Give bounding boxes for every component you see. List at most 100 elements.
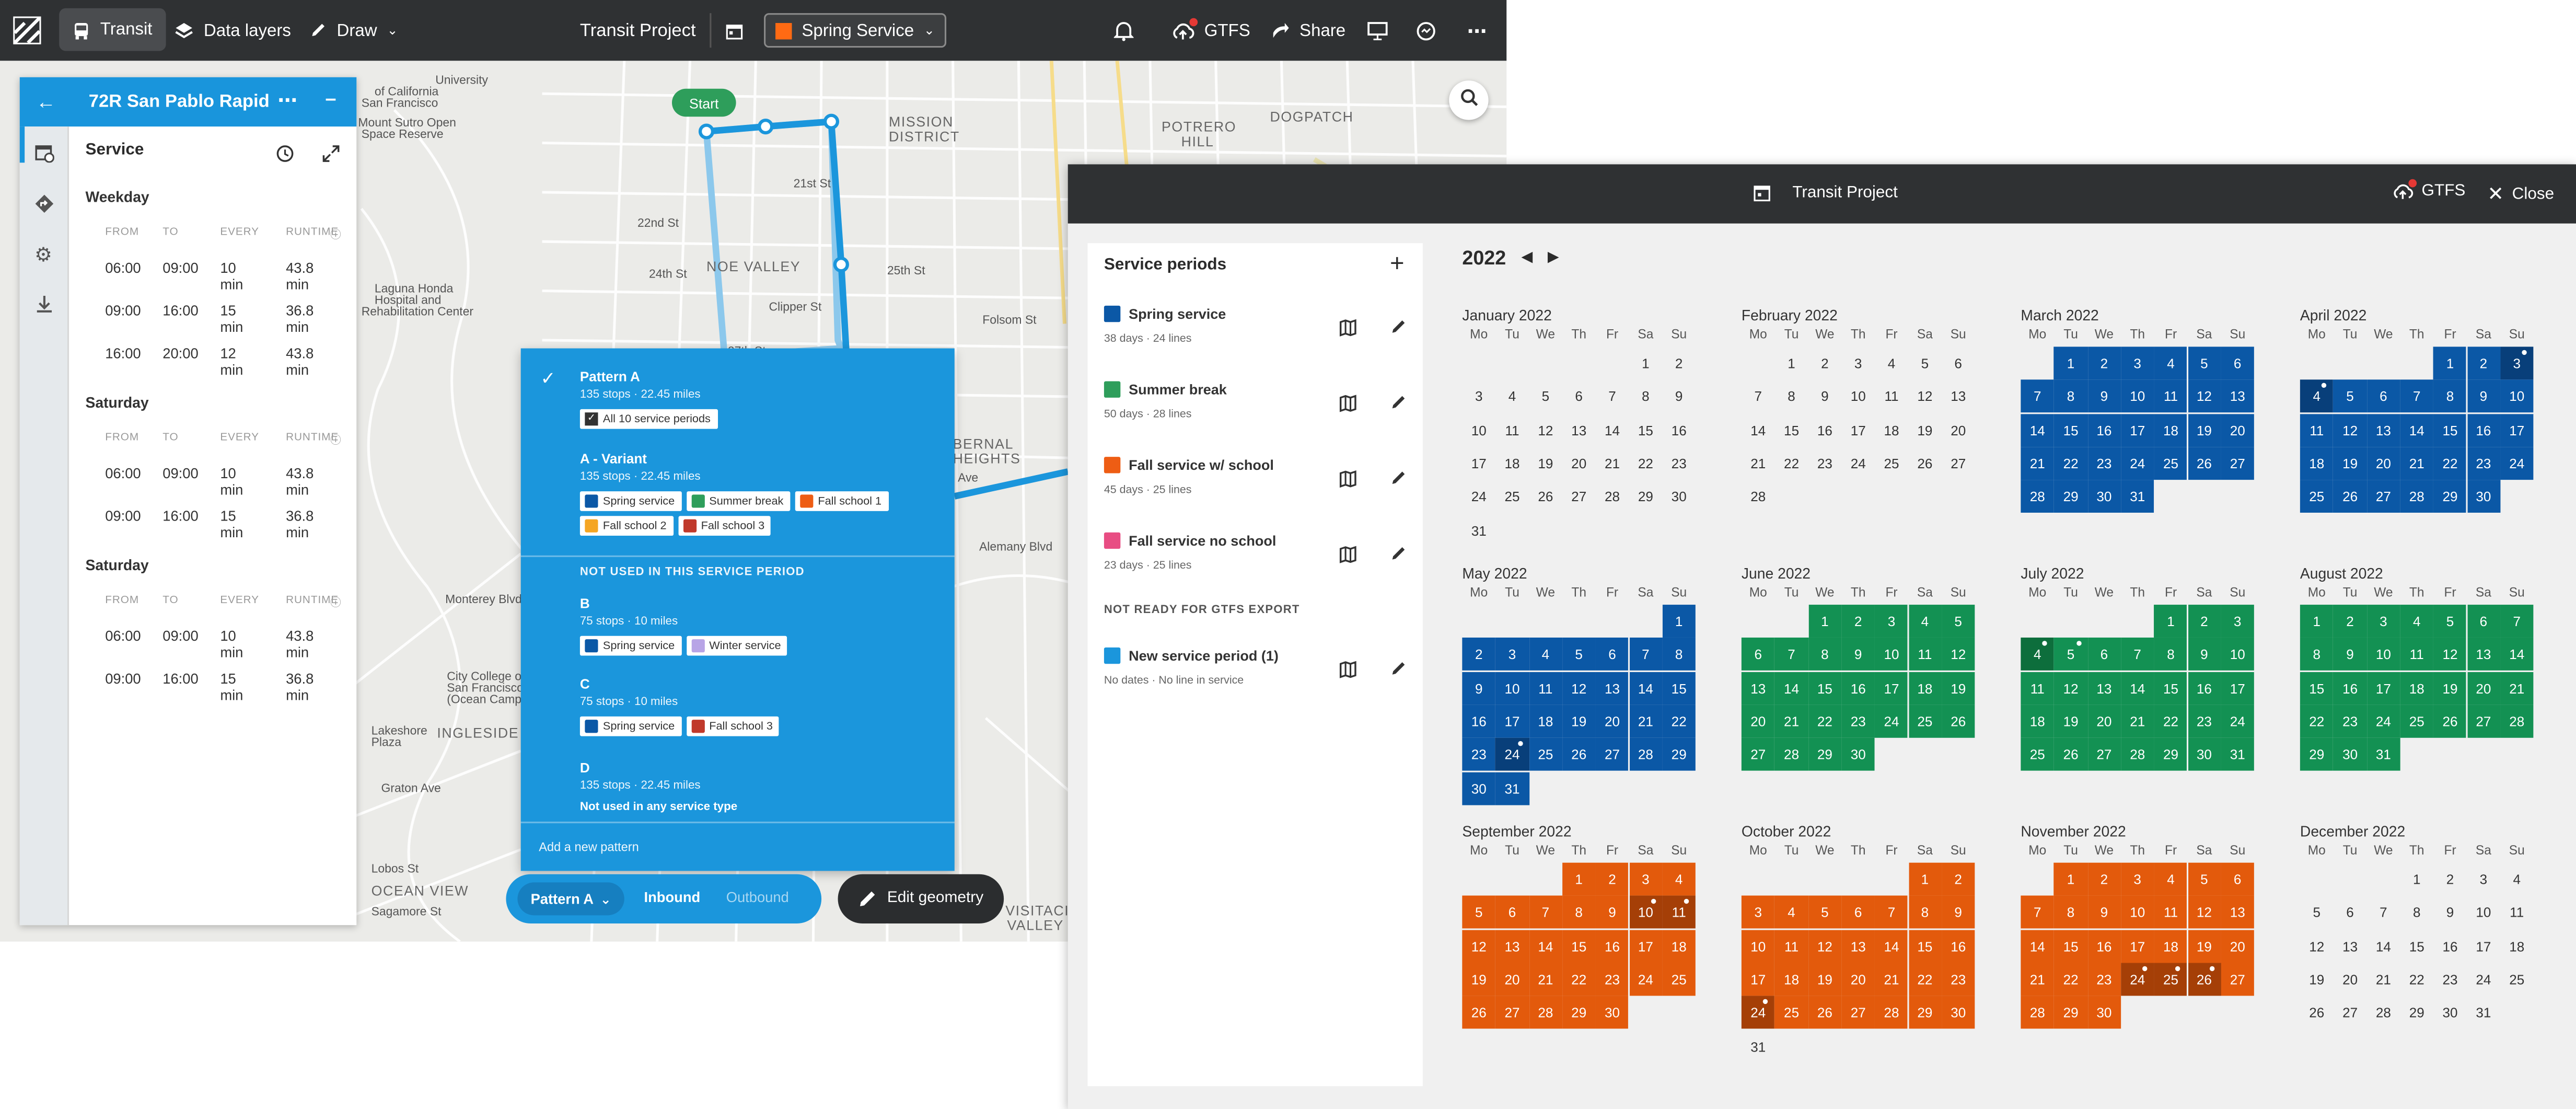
comment-icon[interactable] (1416, 0, 1436, 61)
calendar-day[interactable]: 6 (2366, 380, 2400, 413)
pattern-name[interactable]: D (580, 759, 590, 776)
calendar-day[interactable]: 1 (2054, 346, 2088, 380)
calendar-day[interactable]: 15 (1908, 929, 1942, 963)
calendar-day[interactable]: 4 (1528, 638, 1562, 671)
calendar-day[interactable]: 19 (2187, 413, 2221, 446)
calendar-day[interactable]: 2 (1808, 346, 1841, 379)
calendar-day[interactable]: 23 (1808, 447, 1841, 480)
calendar-day[interactable]: 4 (1908, 605, 1942, 638)
calendar-day[interactable]: 7 (1875, 896, 1908, 929)
calendar-day[interactable]: 26 (1562, 738, 1596, 771)
calendar-day[interactable]: 13 (2087, 671, 2121, 704)
calendar-day[interactable]: 13 (2334, 929, 2367, 962)
calendar-day[interactable]: 14 (1742, 413, 1775, 446)
calendar-day[interactable]: 16 (1841, 671, 1875, 704)
calendar-day[interactable]: 9 (1662, 380, 1696, 413)
calendar-day[interactable]: 3 (1629, 862, 1663, 896)
calendar-day[interactable]: 20 (1595, 704, 1629, 738)
calendar-day[interactable]: 30 (2433, 996, 2467, 1029)
calendar-day[interactable]: 2 (2433, 863, 2467, 896)
calendar-day[interactable]: 27 (1741, 738, 1775, 771)
calendar-day[interactable]: 25 (2154, 963, 2188, 996)
calendar-day[interactable]: 24 (2500, 446, 2534, 480)
tab-draw[interactable]: Draw ⌄ (309, 0, 398, 61)
calendar-day[interactable]: 28 (2400, 480, 2434, 513)
gtfs-button[interactable]: GTFS (2392, 179, 2465, 201)
calendar-day[interactable]: 2 (2087, 862, 2121, 896)
calendar-day[interactable]: 12 (2187, 896, 2221, 929)
calendar-day[interactable]: 8 (2154, 638, 2188, 671)
calendar-day[interactable]: 5 (2333, 380, 2367, 413)
calendar-day[interactable]: 3 (1462, 380, 1495, 413)
calendar-day[interactable]: 18 (1908, 671, 1942, 704)
calendar-day[interactable]: 18 (2021, 704, 2055, 738)
info-icon[interactable]: ⓘ (330, 225, 342, 241)
calendar-day[interactable]: 15 (2300, 671, 2334, 704)
calendar-day[interactable]: 1 (1562, 862, 1596, 896)
calendar-day[interactable]: 9 (2087, 380, 2121, 413)
calendar-day[interactable]: 12 (1562, 671, 1596, 704)
calendar-day[interactable]: 1 (2154, 605, 2188, 638)
calendar-day[interactable]: 24 (2467, 963, 2500, 996)
calendar-day[interactable]: 5 (2187, 862, 2221, 896)
calendar-day[interactable]: 25 (2400, 704, 2434, 738)
calendar-day[interactable]: 10 (1841, 380, 1875, 413)
chevron-right-icon[interactable]: ▶ (1548, 248, 1559, 267)
calendar-day[interactable]: 24 (2366, 704, 2400, 738)
calendar-day[interactable]: 3 (1875, 605, 1908, 638)
calendar-day[interactable]: 12 (1462, 929, 1496, 963)
calendar-day[interactable]: 14 (1629, 671, 1663, 704)
calendar-day[interactable]: 11 (2154, 380, 2188, 413)
calendar-day[interactable]: 20 (2087, 704, 2121, 738)
calendar-day[interactable]: 13 (1562, 413, 1596, 446)
calendar-day[interactable]: 14 (2120, 671, 2154, 704)
calendar-day[interactable]: 29 (2054, 996, 2088, 1029)
calendar-day[interactable]: 8 (2054, 896, 2088, 929)
minimize-icon[interactable]: – (326, 87, 336, 110)
calendar-day[interactable]: 13 (1741, 671, 1775, 704)
calendar-day[interactable]: 20 (1562, 447, 1596, 480)
calendar-day[interactable]: 31 (2120, 480, 2154, 513)
calendar-day[interactable]: 8 (1908, 896, 1942, 929)
calendar-day[interactable]: 13 (2221, 380, 2255, 413)
calendar-day[interactable]: 2 (1841, 605, 1875, 638)
calendar-day[interactable]: 25 (1495, 480, 1529, 513)
calendar-day[interactable]: 11 (1528, 671, 1562, 704)
calendar-day[interactable]: 5 (1808, 896, 1842, 929)
calendar-day[interactable]: 8 (1808, 638, 1842, 671)
calendar-day[interactable]: 9 (1595, 896, 1629, 929)
calendar-day[interactable]: 20 (2334, 963, 2367, 996)
calendar-day[interactable]: 23 (1941, 963, 1975, 996)
calendar-day[interactable]: 21 (2500, 671, 2534, 704)
calendar-day[interactable]: 25 (1774, 996, 1808, 1029)
calendar-day[interactable]: 23 (2433, 963, 2467, 996)
calendar-day[interactable]: 15 (1629, 413, 1662, 446)
calendar-day[interactable]: 7 (1596, 380, 1629, 413)
gear-icon[interactable]: ⚙ (34, 243, 52, 266)
calendar-day[interactable]: 21 (1528, 963, 1562, 996)
map-icon[interactable] (1339, 467, 1357, 496)
calendar-day[interactable]: 8 (1662, 638, 1696, 671)
calendar-day[interactable]: 23 (2333, 704, 2367, 738)
calendar-day[interactable]: 10 (1741, 929, 1775, 963)
calendar-day[interactable]: 4 (2500, 863, 2534, 896)
calendar-day[interactable]: 2 (1462, 638, 1496, 671)
calendar-day[interactable]: 16 (2087, 929, 2121, 963)
calendar-day[interactable]: 4 (2300, 380, 2334, 413)
calendar-day[interactable]: 16 (2467, 413, 2500, 446)
calendar-day[interactable]: 14 (2400, 413, 2434, 446)
calendar-day[interactable]: 8 (2054, 380, 2088, 413)
calendar-day[interactable]: 15 (1775, 413, 1808, 446)
calendar-day[interactable]: 26 (2300, 996, 2334, 1029)
calendar-day[interactable]: 21 (1629, 704, 1663, 738)
calendar-day[interactable]: 28 (1596, 480, 1629, 513)
calendar-day[interactable]: 13 (1595, 671, 1629, 704)
calendar-day[interactable]: 21 (2021, 446, 2055, 480)
calendar-day[interactable]: 13 (2467, 638, 2500, 671)
calendar-day[interactable]: 9 (1462, 671, 1496, 704)
calendar-day[interactable]: 17 (1841, 413, 1875, 446)
calendar-day[interactable]: 5 (1529, 380, 1562, 413)
calendar-day[interactable]: 25 (2500, 963, 2534, 996)
calendar-day[interactable]: 19 (1941, 671, 1975, 704)
calendar-day[interactable]: 23 (2087, 963, 2121, 996)
